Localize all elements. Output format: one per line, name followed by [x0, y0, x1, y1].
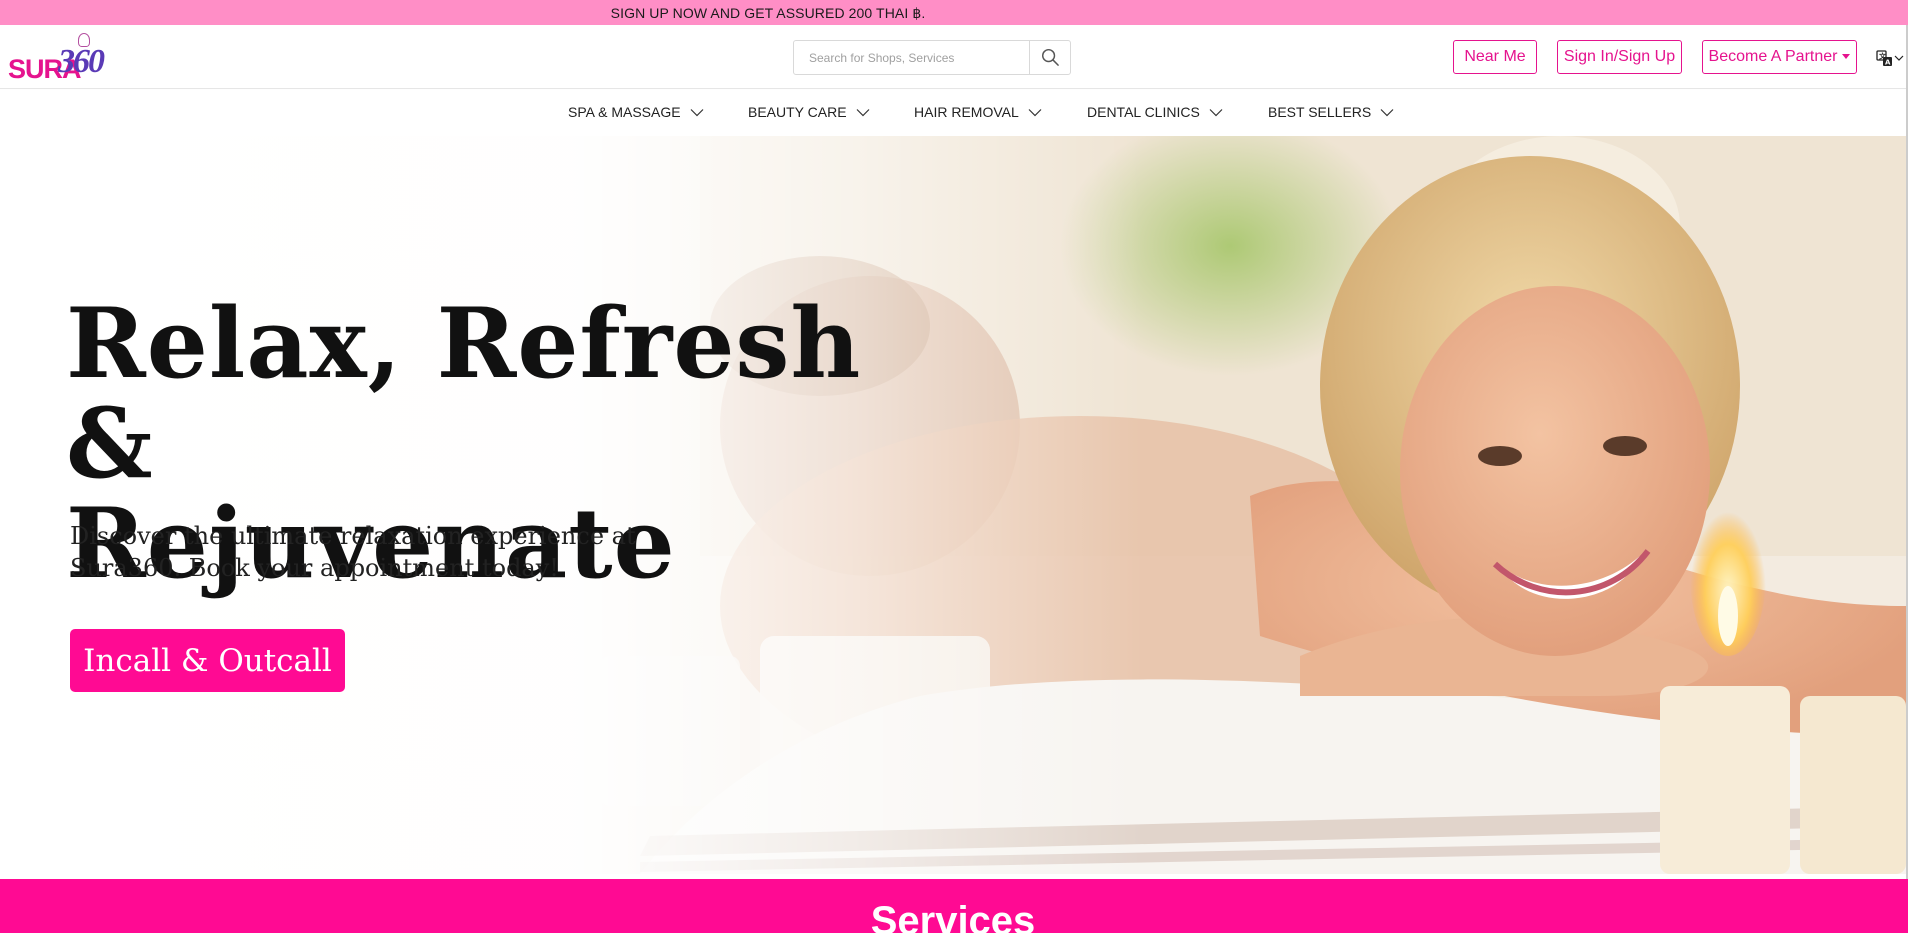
- sign-in-label: Sign In/Sign Up: [1563, 48, 1676, 65]
- nav-item-label: HAIR REMOVAL: [914, 104, 1019, 120]
- promo-bar: SIGN UP NOW AND GET ASSURED 200 THAI ฿.: [0, 0, 1908, 25]
- hero-banner: Relax, Refresh & Rejuvenate Discover the…: [0, 136, 1906, 874]
- nav-item-dental-clinics[interactable]: DENTAL CLINICS: [1087, 104, 1223, 120]
- nav-item-label: DENTAL CLINICS: [1087, 104, 1200, 120]
- site-header: SURA 360 Near Me Sign In/Sign Up Become …: [0, 25, 1908, 89]
- incall-outcall-label: Incall & Outcall: [83, 642, 332, 679]
- translate-icon: 文 A: [1876, 49, 1892, 66]
- become-partner-dropdown[interactable]: Become A Partner: [1702, 40, 1857, 74]
- hero-subtitle: Discover the ultimate relaxation experie…: [70, 520, 690, 584]
- nav-item-label: SPA & MASSAGE: [568, 104, 681, 120]
- incall-outcall-button[interactable]: Incall & Outcall: [70, 629, 345, 692]
- chevron-down-icon: [1894, 55, 1904, 61]
- hero-subtitle-line2: Sura360. Book your appointment today!: [70, 554, 559, 582]
- category-nav: SPA & MASSAGE BEAUTY CARE HAIR REMOVAL D…: [0, 90, 1908, 136]
- hero-subtitle-line1: Discover the ultimate relaxation experie…: [70, 522, 636, 550]
- become-partner-label: Become A Partner: [1708, 48, 1838, 65]
- promo-text: SIGN UP NOW AND GET ASSURED 200 THAI ฿.: [610, 5, 926, 21]
- chevron-down-icon: [856, 108, 869, 116]
- svg-text:A: A: [1885, 58, 1891, 66]
- sign-in-button[interactable]: Sign In/Sign Up: [1557, 40, 1682, 74]
- search-input[interactable]: [795, 42, 1029, 73]
- near-me-label: Near Me: [1464, 48, 1526, 65]
- nav-item-hair-removal[interactable]: HAIR REMOVAL: [914, 104, 1042, 120]
- search-box: [793, 40, 1071, 75]
- services-title: Services: [870, 899, 1036, 933]
- nav-item-beauty-care[interactable]: BEAUTY CARE: [748, 104, 870, 120]
- nav-item-label: BEAUTY CARE: [748, 104, 847, 120]
- chevron-down-icon: [1209, 108, 1223, 116]
- chevron-down-icon: [1028, 108, 1042, 116]
- nav-item-best-sellers[interactable]: BEST SELLERS: [1268, 104, 1394, 120]
- site-logo[interactable]: SURA 360: [6, 33, 106, 84]
- nav-item-label: BEST SELLERS: [1268, 104, 1372, 120]
- chevron-down-icon: [690, 108, 703, 116]
- caret-down-icon: [1842, 53, 1851, 59]
- language-switcher[interactable]: 文 A: [1876, 46, 1906, 70]
- chevron-down-icon: [1380, 108, 1394, 116]
- hero-title-line1: Relax, Refresh &: [66, 287, 862, 500]
- nav-item-spa-massage[interactable]: SPA & MASSAGE: [568, 104, 704, 120]
- search-button[interactable]: [1029, 41, 1070, 74]
- search-icon: [1041, 48, 1059, 66]
- logo-number: 360: [58, 43, 105, 80]
- near-me-button[interactable]: Near Me: [1453, 40, 1537, 74]
- services-section: Services: [0, 879, 1908, 933]
